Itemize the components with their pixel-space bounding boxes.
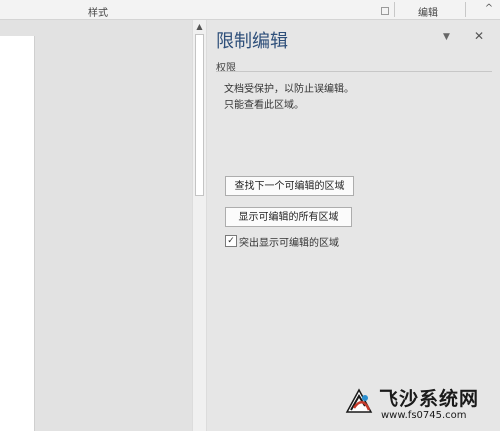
protection-description: 文档受保护，以防止误编辑。 (224, 84, 354, 95)
highlight-checkbox[interactable]: ✓ (225, 235, 237, 247)
watermark-url: www.fs0745.com (381, 410, 467, 421)
section-divider (216, 71, 492, 72)
show-all-editable-regions-button[interactable]: 显示可编辑的所有区域 (225, 207, 352, 227)
find-next-editable-region-button[interactable]: 查找下一个可编辑的区域 (225, 176, 354, 196)
ribbon-divider (394, 2, 395, 17)
close-icon[interactable]: ✕ (474, 29, 484, 43)
scroll-up-arrow-icon[interactable]: ▲ (193, 22, 206, 32)
styles-dialog-launcher-icon[interactable] (381, 7, 389, 15)
vertical-scrollbar[interactable]: ▲ (192, 20, 207, 431)
restrict-editing-pane: 限制编辑 ▼ ✕ 权限 文档受保护，以防止误编辑。 只能查看此区域。 查找下一个… (207, 20, 500, 431)
ribbon-strip: 样式 编辑 ^ (0, 0, 500, 20)
site-watermark: 飞沙系统网 www.fs0745.com (343, 380, 498, 428)
view-only-description: 只能查看此区域。 (224, 100, 304, 111)
watermark-title: 飞沙系统网 (379, 388, 480, 410)
pane-options-dropdown-icon[interactable]: ▼ (443, 32, 450, 42)
pane-title: 限制编辑 (216, 31, 288, 52)
chevron-up-icon[interactable]: ^ (483, 3, 495, 15)
highlight-checkbox-label: 突出显示可编辑的区域 (239, 238, 339, 249)
scroll-thumb[interactable] (195, 34, 204, 196)
site-logo-icon (345, 388, 373, 413)
editing-group-label: 编辑 (418, 8, 438, 19)
styles-group-label: 样式 (88, 8, 108, 19)
ribbon-divider (465, 2, 466, 17)
document-page[interactable] (0, 36, 35, 431)
